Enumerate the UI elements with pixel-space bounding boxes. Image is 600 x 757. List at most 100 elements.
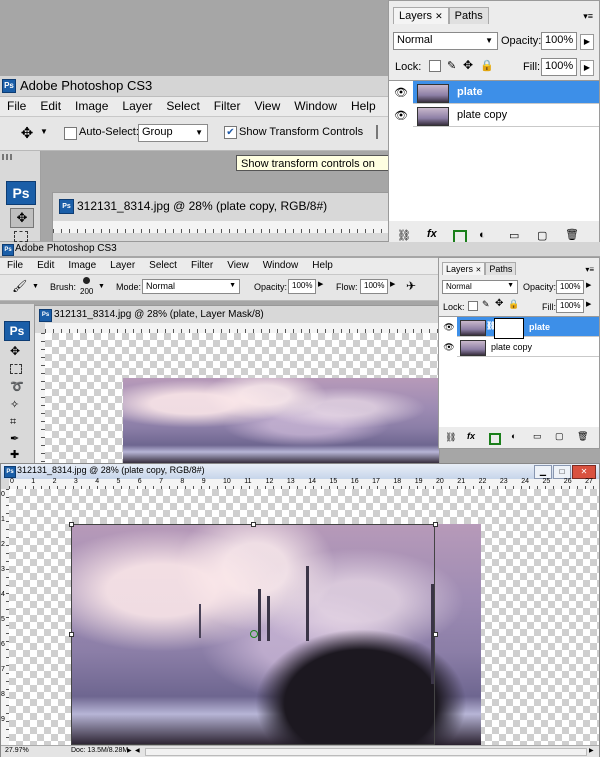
bottom-canvas[interactable] <box>9 489 599 745</box>
close-icon[interactable]: ✕ <box>435 11 443 21</box>
lock-paint-icon[interactable]: ✎ <box>482 299 490 310</box>
add-mask-icon[interactable] <box>489 433 501 445</box>
new-layer-icon[interactable]: ▢ <box>537 229 547 242</box>
brush-tool-icon[interactable]: 🖌 <box>12 279 27 293</box>
fx-icon[interactable]: fx <box>467 431 475 441</box>
blend-mode-dropdown[interactable]: Normal ▼ <box>393 32 498 50</box>
close-icon[interactable]: ✕ <box>476 267 482 274</box>
menu-view[interactable]: View <box>220 258 256 274</box>
opacity-arrow-icon[interactable]: ▶ <box>586 281 591 289</box>
status-menu-arrow-icon[interactable]: ▶ <box>127 747 132 754</box>
lasso-tool-icon[interactable]: ➰ <box>10 380 24 393</box>
brush-preview-icon[interactable] <box>83 277 90 284</box>
hscroll-left-icon[interactable]: ◀ <box>135 747 140 754</box>
eye-icon[interactable]: 👁 <box>393 85 409 101</box>
fill-arrow-icon[interactable]: ▶ <box>580 60 594 76</box>
lock-paint-icon[interactable]: ✎ <box>447 59 456 72</box>
menu-select[interactable]: Select <box>159 97 206 116</box>
menu-layer[interactable]: Layer <box>115 97 159 116</box>
flow-arrow-icon[interactable]: ▶ <box>390 280 395 288</box>
toolbox-grip[interactable] <box>2 154 14 160</box>
new-layer-icon[interactable]: ▢ <box>555 431 564 442</box>
lock-transparent-icon[interactable] <box>429 60 441 72</box>
menu-window[interactable]: Window <box>256 258 306 274</box>
menu-file[interactable]: File <box>0 97 33 116</box>
tool-preset-arrow-icon[interactable]: ▼ <box>40 127 48 136</box>
hscrollbar[interactable] <box>145 748 587 756</box>
transform-center-point[interactable] <box>250 630 258 638</box>
opacity-input[interactable]: 100% <box>541 32 577 50</box>
transform-handle-tr[interactable] <box>433 522 438 527</box>
new-group-icon[interactable]: ▭ <box>509 229 519 242</box>
lock-move-icon[interactable]: ✥ <box>495 298 503 309</box>
zoom-level[interactable]: 27.97% <box>5 747 29 754</box>
eye-icon[interactable]: 👁 <box>441 339 457 355</box>
menu-edit[interactable]: Edit <box>33 97 68 116</box>
fill-arrow-icon[interactable]: ▶ <box>586 300 591 308</box>
fx-icon[interactable]: fx <box>427 228 437 240</box>
tab-layers[interactable]: Layers ✕ <box>442 262 486 275</box>
hscroll-right-icon[interactable]: ▶ <box>589 747 594 754</box>
opacity-arrow-icon[interactable]: ▶ <box>580 34 594 50</box>
move-tool-icon[interactable]: ✥ <box>16 124 38 142</box>
layer-row-plate-copy[interactable]: plate copy <box>413 104 599 127</box>
eye-icon[interactable]: 👁 <box>393 108 409 124</box>
adjustment-layer-icon[interactable]: ◐ <box>511 431 516 441</box>
show-transform-checkbox[interactable]: ✔ <box>224 126 237 139</box>
transform-handle-mr[interactable] <box>433 632 438 637</box>
move-tool-button-icon[interactable]: ✥ <box>10 208 34 228</box>
transform-handle-tl[interactable] <box>69 522 74 527</box>
transform-handle-tm[interactable] <box>251 522 256 527</box>
crop-tool-icon[interactable]: ⌗ <box>10 416 16 429</box>
menu-filter[interactable]: Filter <box>207 97 248 116</box>
panel-menu-icon[interactable]: ▾≡ <box>583 11 593 22</box>
menu-view[interactable]: View <box>247 97 287 116</box>
menu-window[interactable]: Window <box>287 97 344 116</box>
blend-mode-dropdown[interactable]: Normal ▼ <box>442 280 518 294</box>
opacity-input[interactable]: 100% <box>556 280 584 294</box>
menu-help[interactable]: Help <box>305 258 340 274</box>
new-group-icon[interactable]: ▭ <box>533 431 542 442</box>
maximize-icon[interactable]: □ <box>553 465 571 479</box>
flow-input[interactable]: 100% <box>360 279 388 294</box>
menu-image[interactable]: Image <box>61 258 103 274</box>
layer-mask-thumbnail[interactable] <box>494 318 524 339</box>
auto-select-dropdown[interactable]: Group ▼ <box>138 124 208 142</box>
menu-file[interactable]: File <box>0 258 30 274</box>
tab-layers[interactable]: Layers ✕ <box>393 7 449 24</box>
brush-picker-arrow-icon[interactable]: ▼ <box>98 283 105 290</box>
layer-row-plate[interactable]: ⛓ plate <box>457 317 599 339</box>
transform-handle-ml[interactable] <box>69 632 74 637</box>
link-layers-icon[interactable]: ⛓ <box>397 229 411 242</box>
marquee-tool-icon[interactable] <box>14 231 28 242</box>
menu-image[interactable]: Image <box>68 97 115 116</box>
tool-preset-arrow-icon[interactable]: ▼ <box>32 283 39 290</box>
opacity-input[interactable]: 100% <box>288 279 316 294</box>
menu-edit[interactable]: Edit <box>30 258 61 274</box>
tab-paths[interactable]: Paths <box>485 262 517 275</box>
auto-select-checkbox[interactable] <box>64 127 77 140</box>
quick-select-tool-icon[interactable]: ✧ <box>10 398 19 411</box>
opacity-arrow-icon[interactable]: ▶ <box>318 280 323 288</box>
lock-move-icon[interactable]: ✥ <box>463 58 473 72</box>
panel-menu-icon[interactable]: ▾≡ <box>585 265 594 274</box>
adjustment-layer-icon[interactable]: ◐ <box>479 229 486 241</box>
link-layers-icon[interactable]: ⛓ <box>445 432 456 443</box>
close-icon[interactable]: ✕ <box>572 465 596 479</box>
middle-canvas[interactable] <box>45 333 439 464</box>
fill-input[interactable]: 100% <box>556 299 584 313</box>
trash-icon[interactable]: 🗑 <box>565 228 579 241</box>
lock-transparent-icon[interactable] <box>468 301 478 311</box>
menu-help[interactable]: Help <box>344 97 383 116</box>
layer-row-plate-copy[interactable]: plate copy <box>457 337 599 357</box>
marquee-tool-icon[interactable] <box>10 364 22 374</box>
fill-input[interactable]: 100% <box>541 58 577 76</box>
eyedropper-tool-icon[interactable]: ✒ <box>10 432 19 445</box>
menu-select[interactable]: Select <box>142 258 184 274</box>
move-tool-icon[interactable]: ✥ <box>10 344 20 358</box>
lock-all-icon[interactable]: 🔒 <box>508 299 519 310</box>
lock-all-icon[interactable]: 🔒 <box>480 59 494 72</box>
healing-tool-icon[interactable]: ✚ <box>10 448 19 461</box>
align-icon[interactable] <box>376 125 386 139</box>
tab-paths[interactable]: Paths <box>448 7 489 24</box>
